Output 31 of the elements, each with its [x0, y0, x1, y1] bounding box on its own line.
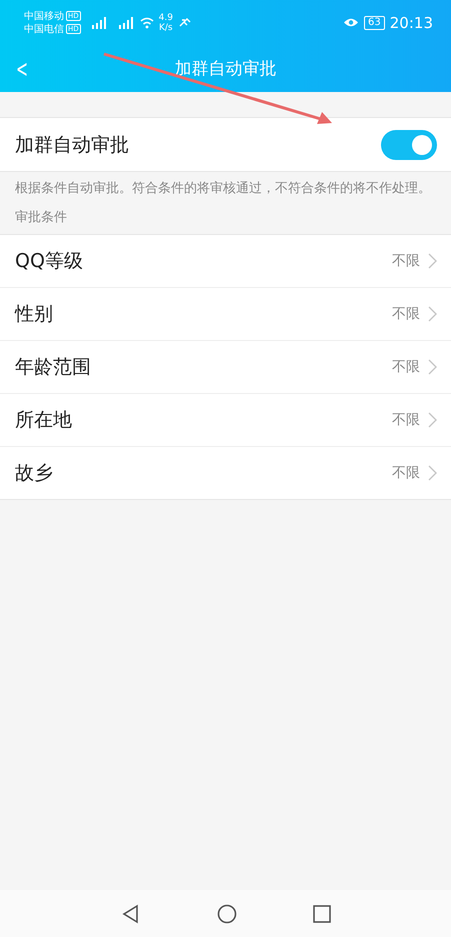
home-nav-icon[interactable] — [216, 904, 236, 924]
chevron-icon — [428, 359, 437, 375]
network-speed: 4.9 — [158, 12, 173, 22]
condition-label: 所在地 — [15, 408, 73, 433]
page-title: 加群自动审批 — [174, 58, 276, 80]
recents-nav-icon[interactable] — [312, 904, 330, 922]
condition-label: 故乡 — [15, 461, 54, 486]
chevron-icon — [428, 253, 437, 269]
carrier-name: 中国电信 — [24, 22, 64, 36]
clock: 20:13 — [390, 14, 433, 32]
description-text: 根据条件自动审批。符合条件的将审核通过，不符合条件的将不作处理。 — [14, 180, 432, 198]
chevron-icon — [428, 465, 437, 481]
eye-icon — [343, 17, 360, 28]
condition-value: 不限 — [392, 411, 420, 429]
section-title: 审批条件 — [14, 209, 68, 227]
condition-value: 不限 — [392, 464, 420, 482]
speed-unit: K/s — [159, 22, 173, 32]
chevron-icon — [428, 412, 437, 428]
chevron-icon — [428, 306, 437, 322]
battery-indicator: 63 — [364, 16, 385, 30]
condition-value: 不限 — [392, 358, 420, 376]
toggle-switch[interactable] — [381, 130, 437, 160]
condition-label: QQ等级 — [15, 249, 84, 274]
back-nav-icon[interactable] — [120, 904, 140, 924]
condition-value: 不限 — [392, 305, 420, 323]
condition-label: 性别 — [15, 302, 54, 327]
setting-label: 加群自动审批 — [15, 132, 130, 158]
carrier-name: 中国移动 — [24, 10, 64, 22]
condition-value: 不限 — [392, 252, 420, 270]
wifi-icon — [140, 16, 154, 28]
condition-label: 年龄范围 — [15, 355, 92, 380]
